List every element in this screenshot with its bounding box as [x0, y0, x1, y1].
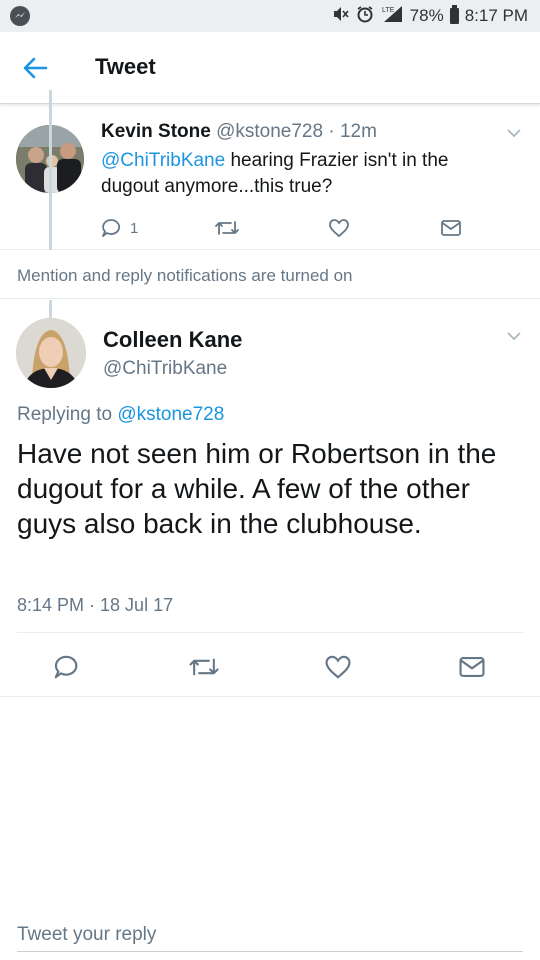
reply-input[interactable]	[17, 918, 523, 952]
chevron-down-icon	[507, 332, 521, 341]
author-name[interactable]: Kevin Stone	[101, 121, 211, 142]
reply-count: 1	[130, 219, 139, 237]
tweet-actions: 1	[100, 215, 480, 241]
tweet-menu-button[interactable]	[506, 125, 522, 141]
author-handle[interactable]: @ChiTribKane	[103, 358, 227, 380]
retweet-icon	[215, 221, 239, 235]
retweet-icon	[189, 658, 219, 676]
back-button[interactable]	[20, 54, 50, 82]
like-icon	[325, 655, 351, 679]
tweet-actions	[0, 650, 540, 684]
alarm-icon	[356, 5, 374, 28]
reply-icon	[54, 655, 78, 679]
messenger-icon	[10, 6, 30, 26]
mention-link[interactable]: @kstone728	[117, 404, 224, 425]
dm-icon	[441, 220, 461, 236]
parent-tweet[interactable]: Kevin Stone @kstone728 · 12m @ChiTribKan…	[0, 105, 540, 250]
reply-button[interactable]	[52, 650, 80, 684]
network-label: LTE	[382, 7, 395, 14]
app-bar: Tweet	[0, 32, 540, 104]
main-tweet: Colleen Kane @ChiTribKane Replying to @k…	[0, 300, 540, 697]
tweet-text: Have not seen him or Robertson in the du…	[17, 438, 497, 539]
battery-percent: 78%	[409, 6, 444, 25]
dm-button[interactable]	[458, 650, 486, 684]
chevron-down-icon	[507, 129, 521, 138]
replying-prefix: Replying to	[17, 404, 118, 425]
tweet-menu-button[interactable]	[506, 328, 522, 344]
tweet-text: @ChiTribKane hearing Frazier isn't in th…	[101, 148, 501, 200]
status-right: LTE 78% 8:17 PM	[332, 0, 528, 32]
status-left	[10, 6, 30, 26]
dm-icon	[459, 657, 485, 677]
dm-button[interactable]	[440, 215, 462, 241]
reply-icon	[102, 219, 120, 237]
tweet-age: 12m	[339, 121, 377, 142]
parent-author-line: Kevin Stone @kstone728 · 12m	[101, 121, 377, 143]
retweet-button[interactable]	[188, 650, 220, 684]
thread-line	[49, 300, 52, 318]
author-handle[interactable]: @kstone728	[216, 121, 323, 142]
retweet-button[interactable]	[214, 215, 240, 241]
reply-button[interactable]: 1	[100, 215, 138, 241]
mention-link[interactable]: @ChiTribKane	[101, 150, 225, 171]
reply-composer	[0, 900, 540, 960]
divider	[17, 632, 523, 633]
like-button[interactable]	[324, 650, 352, 684]
page-title: Tweet	[95, 54, 156, 79]
back-arrow-icon	[23, 57, 48, 79]
author-name[interactable]: Colleen Kane	[103, 327, 242, 353]
avatar[interactable]	[16, 318, 86, 388]
replying-to: Replying to @kstone728	[17, 404, 224, 426]
notification-banner: Mention and reply notifications are turn…	[0, 251, 540, 299]
mute-icon	[332, 6, 350, 27]
like-button[interactable]	[328, 215, 350, 241]
thread-line	[49, 90, 52, 250]
signal-icon: LTE	[380, 5, 404, 28]
like-icon	[329, 219, 349, 238]
timestamp[interactable]: 8:14 PM · 18 Jul 17	[17, 595, 173, 616]
clock: 8:17 PM	[464, 6, 528, 25]
notification-text: Mention and reply notifications are turn…	[17, 266, 353, 285]
meta-separator: ·	[323, 121, 340, 142]
battery-icon	[449, 5, 459, 24]
status-bar: LTE 78% 8:17 PM	[0, 0, 540, 32]
